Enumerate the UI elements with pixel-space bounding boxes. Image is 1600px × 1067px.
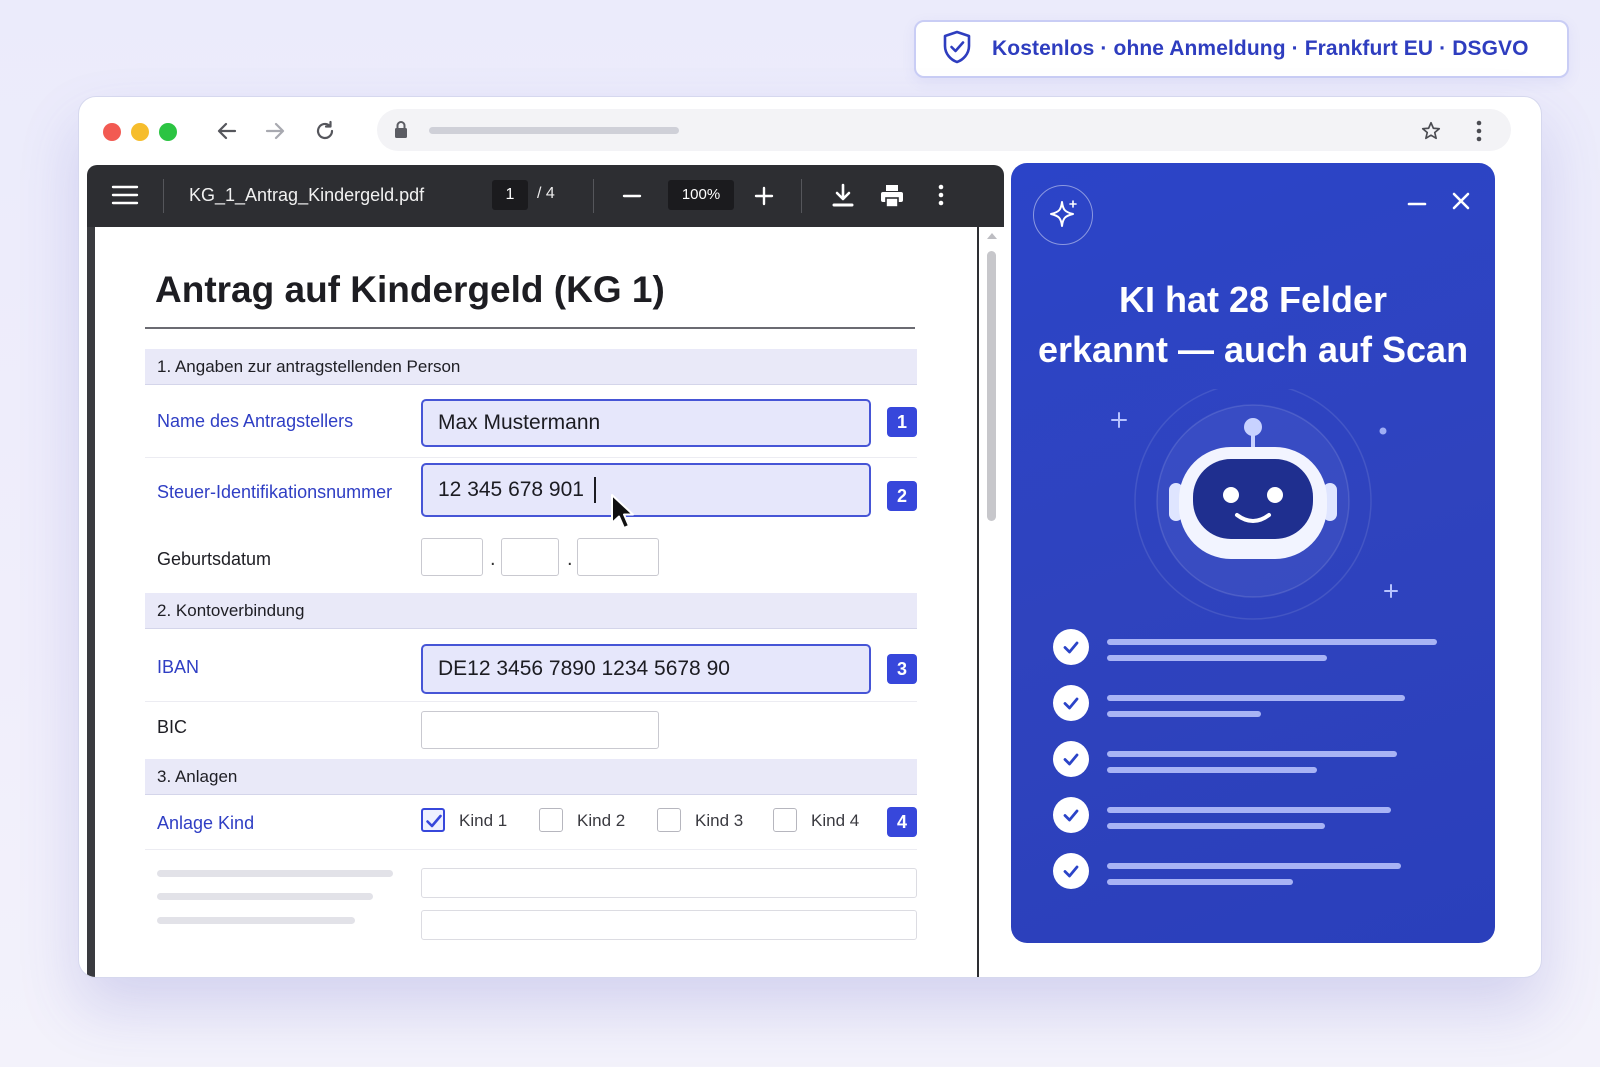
placeholder-input-2[interactable]	[421, 910, 917, 940]
lock-icon	[393, 120, 409, 145]
kebab-menu-icon[interactable]	[1461, 113, 1497, 149]
pdf-viewer: KG_1_Antrag_Kindergeld.pdf 1 / 4 100% An…	[87, 165, 1004, 977]
page-title: Antrag auf Kindergeld (KG 1)	[155, 269, 665, 310]
field-label-tax-id: Steuer-Identifikationsnummer	[157, 482, 393, 502]
section-personal-data: 1. Angaben zur antragstellenden Person	[145, 349, 917, 385]
field-tag-2: 2	[887, 481, 917, 511]
text-caret	[593, 477, 596, 504]
print-icon[interactable]	[879, 183, 905, 209]
zoom-level[interactable]: 100%	[668, 180, 734, 210]
star-icon[interactable]	[1413, 113, 1449, 149]
page-number-input[interactable]: 1	[492, 180, 528, 210]
badge-item-gdpr: DSGVO	[1452, 37, 1529, 60]
hamburger-menu-icon[interactable]	[111, 183, 139, 207]
field-label-bic: BIC	[157, 717, 188, 737]
badge-item-free: Kostenlos	[992, 37, 1095, 60]
birth-month-input[interactable]	[501, 538, 559, 576]
birth-year-input[interactable]	[577, 538, 659, 576]
iban-input[interactable]: DE12 3456 7890 1234 5678 90	[421, 644, 871, 694]
close-icon[interactable]	[1447, 187, 1475, 215]
close-window-button[interactable]	[103, 123, 121, 141]
check-icon	[1053, 741, 1089, 777]
panel-title: KI hat 28 Felder erkannt — auch auf Scan	[1037, 279, 1469, 370]
name-input[interactable]: Max Mustermann	[421, 399, 871, 447]
pdf-page: Antrag auf Kindergeld (KG 1) 1. Angaben …	[87, 227, 1004, 977]
field-tag-1: 1	[887, 407, 917, 437]
field-label-iban: IBAN	[157, 657, 200, 677]
tax-id-input[interactable]: 12 345 678 901	[421, 463, 871, 517]
badge-text: Kostenlos · ohne Anmeldung · Frankfurt EU · DS…	[992, 37, 1529, 60]
sparkle-icon	[1033, 185, 1093, 245]
check-icon	[1053, 629, 1089, 665]
address-bar[interactable]	[377, 109, 1511, 151]
badge-item-location: Frankfurt EU	[1304, 37, 1434, 60]
check-icon	[1053, 685, 1089, 721]
maximize-window-button[interactable]	[159, 123, 177, 141]
scrollbar-thumb[interactable]	[987, 251, 996, 521]
scroll-up-icon[interactable]	[987, 233, 997, 239]
field-label-attachment-child: Anlage Kind	[157, 813, 255, 833]
bic-input[interactable]	[421, 711, 659, 749]
pdf-toolbar: KG_1_Antrag_Kindergeld.pdf 1 / 4 100%	[87, 165, 1004, 227]
forward-arrow-icon[interactable]	[257, 113, 293, 149]
page-total: / 4	[537, 185, 555, 202]
check-icon	[426, 814, 442, 828]
pdf-filename: KG_1_Antrag_Kindergeld.pdf	[189, 185, 425, 205]
more-vert-icon[interactable]	[937, 183, 945, 207]
trust-badge: Kostenlos · ohne Anmeldung · Frankfurt EU · DS…	[914, 20, 1569, 78]
robot-icon	[1089, 382, 1399, 629]
download-icon[interactable]	[831, 183, 855, 209]
birth-day-input[interactable]	[421, 538, 483, 576]
tax-id-value: 12 345 678 901	[438, 478, 584, 501]
mouse-cursor-icon	[609, 493, 637, 538]
checkbox-label-kind-3: Kind 3	[695, 811, 744, 830]
browser-window: KG_1_Antrag_Kindergeld.pdf 1 / 4 100% An…	[78, 96, 1542, 978]
browser-toolbar	[79, 97, 1541, 165]
badge-item-no-login: ohne Anmeldung	[1113, 37, 1286, 60]
checkbox-kind-4[interactable]	[773, 808, 797, 832]
zoom-in-icon[interactable]	[753, 185, 775, 207]
check-icon	[1053, 853, 1089, 889]
zoom-out-icon[interactable]	[621, 185, 643, 207]
placeholder-input-1[interactable]	[421, 868, 917, 898]
checkbox-label-kind-2: Kind 2	[577, 811, 626, 830]
shield-check-icon	[942, 30, 972, 69]
section-bank-account: 2. Kontoverbindung	[145, 593, 917, 629]
check-icon	[1053, 797, 1089, 833]
field-tag-3: 3	[887, 654, 917, 684]
checkbox-kind-2[interactable]	[539, 808, 563, 832]
field-label-name: Name des Antragstellers	[157, 411, 354, 431]
checkbox-kind-3[interactable]	[657, 808, 681, 832]
back-arrow-icon[interactable]	[209, 113, 245, 149]
url-placeholder-line	[429, 127, 679, 134]
checkbox-label-kind-4: Kind 4	[811, 811, 860, 830]
minimize-window-button[interactable]	[131, 123, 149, 141]
reload-icon[interactable]	[307, 113, 343, 149]
section-attachments: 3. Anlagen	[145, 759, 917, 795]
scrollbar[interactable]	[984, 233, 998, 973]
field-tag-4: 4	[887, 807, 917, 837]
field-label-birthdate: Geburtsdatum	[157, 549, 272, 569]
checkbox-kind-1[interactable]	[421, 808, 445, 832]
minimize-icon[interactable]	[1403, 187, 1431, 215]
ai-panel: KI hat 28 Felder erkannt — auch auf Scan	[1011, 163, 1495, 943]
checkbox-label-kind-1: Kind 1	[459, 811, 508, 830]
